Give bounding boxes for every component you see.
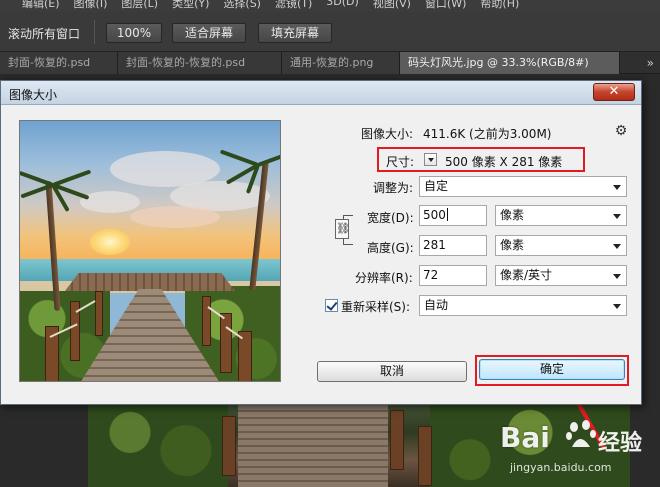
- width-unit-select[interactable]: 像素: [495, 205, 627, 226]
- height-unit-select[interactable]: 像素: [495, 235, 627, 256]
- close-button[interactable]: ✕: [593, 83, 635, 101]
- baidu-logo-text: Bai: [500, 421, 550, 454]
- tab-cover-restored-restored[interactable]: 封面-恢复的-恢复的.psd: [118, 52, 282, 74]
- image-size-fields: 图像大小: 411.6K (之前为3.00M) ⚙ 尺寸: 500 像素 X 2…: [289, 111, 635, 399]
- menu-help[interactable]: 帮助(H): [480, 0, 519, 11]
- options-separator: [94, 20, 95, 44]
- resolution-unit-value: 像素/英寸: [500, 268, 553, 282]
- ok-button[interactable]: 确定: [479, 359, 625, 380]
- menu-window[interactable]: 窗口(W): [425, 0, 466, 11]
- chevron-down-icon: [613, 185, 621, 190]
- scroll-all-windows-checkbox-label[interactable]: 滚动所有窗口: [8, 25, 80, 42]
- width-unit-value: 像素: [500, 208, 525, 222]
- tab-general-restored[interactable]: 通用-恢复的.png: [282, 52, 400, 74]
- height-value: 281: [423, 238, 446, 252]
- resolution-label: 分辨率(R):: [355, 271, 413, 285]
- canvas-walkway: [238, 396, 388, 487]
- menu-bar: 编辑(E) 图像(I) 图层(L) 类型(Y) 选择(S) 滤镜(T) 3D(D…: [0, 0, 660, 12]
- preview-post: [95, 291, 103, 336]
- menu-3d[interactable]: 3D(D): [326, 0, 359, 11]
- dimensions-label: 尺寸:: [386, 155, 415, 169]
- tab-overflow-icon[interactable]: »: [647, 52, 654, 74]
- fit-to-select[interactable]: 自定: [419, 176, 627, 197]
- width-value: 500: [423, 208, 446, 222]
- text-caret: [446, 208, 448, 221]
- constrain-proportions-link-icon[interactable]: ⛓: [335, 219, 350, 239]
- canvas-post: [418, 426, 432, 486]
- baidu-watermark: Bai 经验 jingyan.baidu.com: [498, 415, 658, 487]
- menu-view[interactable]: 视图(V): [373, 0, 411, 11]
- resample-label: 重新采样(S):: [341, 300, 411, 314]
- chevron-down-icon: [613, 304, 621, 309]
- canvas-foliage-left: [88, 396, 228, 487]
- width-label: 宽度(D):: [367, 211, 414, 225]
- chevron-down-icon: [613, 244, 621, 249]
- menu-filter[interactable]: 滤镜(T): [275, 0, 312, 11]
- fill-screen-button[interactable]: 填充屏幕: [258, 23, 332, 43]
- document-tab-bar: 封面-恢复的.psd 封面-恢复的-恢复的.psd 通用-恢复的.png 码头灯…: [0, 52, 660, 74]
- resolution-input[interactable]: 72: [419, 265, 487, 286]
- resolution-unit-select[interactable]: 像素/英寸: [495, 265, 627, 286]
- height-input[interactable]: 281: [419, 235, 487, 256]
- preview-post: [220, 313, 232, 373]
- dialog-body: 图像大小: 411.6K (之前为3.00M) ⚙ 尺寸: 500 像素 X 2…: [7, 111, 635, 399]
- chevron-down-icon: [613, 214, 621, 219]
- width-input[interactable]: 500: [419, 205, 487, 226]
- menu-list: 编辑(E) 图像(I) 图层(L) 类型(Y) 选择(S) 滤镜(T) 3D(D…: [22, 0, 519, 11]
- experience-text: 经验: [598, 431, 643, 456]
- tab-pier-landscape[interactable]: 码头灯风光.jpg @ 33.3%(RGB/8#): [400, 52, 620, 74]
- fit-to-label: 调整为:: [373, 181, 414, 195]
- paw-icon: [566, 420, 596, 447]
- menu-image[interactable]: 图像(I): [74, 0, 108, 11]
- dialog-title: 图像大小: [9, 88, 58, 102]
- dimensions-unit-dropdown[interactable]: [424, 153, 437, 166]
- preview-pier-top: [65, 273, 235, 291]
- preview-sun: [90, 229, 130, 255]
- preview-post: [202, 296, 211, 346]
- preview-cloud: [130, 206, 220, 228]
- image-size-dialog: 图像大小 ✕ 图像大小: 411.6K (之前为3.00M) ⚙ 尺寸: 500…: [0, 80, 642, 405]
- menu-layer[interactable]: 图层(L): [121, 0, 158, 11]
- menu-edit[interactable]: 编辑(E): [22, 0, 60, 11]
- dimensions-value: 500 像素 X 281 像素: [445, 155, 563, 169]
- dialog-titlebar[interactable]: 图像大小 ✕: [1, 81, 641, 105]
- image-size-label: 图像大小:: [361, 127, 414, 141]
- height-unit-value: 像素: [500, 238, 525, 252]
- image-size-value: 411.6K (之前为3.00M): [423, 127, 552, 141]
- preview-cloud: [80, 191, 140, 213]
- watermark-url: jingyan.baidu.com: [510, 461, 612, 474]
- tab-cover-restored[interactable]: 封面-恢复的.psd: [0, 52, 118, 74]
- menu-select[interactable]: 选择(S): [223, 0, 261, 11]
- zoom-100-button[interactable]: 100%: [106, 23, 162, 43]
- canvas-post: [390, 410, 404, 470]
- cancel-button[interactable]: 取消: [317, 361, 467, 382]
- canvas-post: [222, 416, 236, 476]
- resolution-value: 72: [423, 268, 439, 282]
- resample-checkbox[interactable]: [325, 299, 338, 312]
- gear-icon[interactable]: ⚙: [613, 123, 629, 139]
- image-preview[interactable]: [19, 120, 281, 382]
- options-bar: 滚动所有窗口 100% 适合屏幕 填充屏幕: [0, 12, 660, 52]
- resample-value: 自动: [424, 298, 449, 312]
- resample-select[interactable]: 自动: [419, 295, 627, 316]
- fit-to-value: 自定: [424, 179, 449, 193]
- chevron-down-icon: [613, 274, 621, 279]
- height-label: 高度(G):: [367, 241, 414, 255]
- menu-type[interactable]: 类型(Y): [172, 0, 209, 11]
- fit-screen-button[interactable]: 适合屏幕: [172, 23, 246, 43]
